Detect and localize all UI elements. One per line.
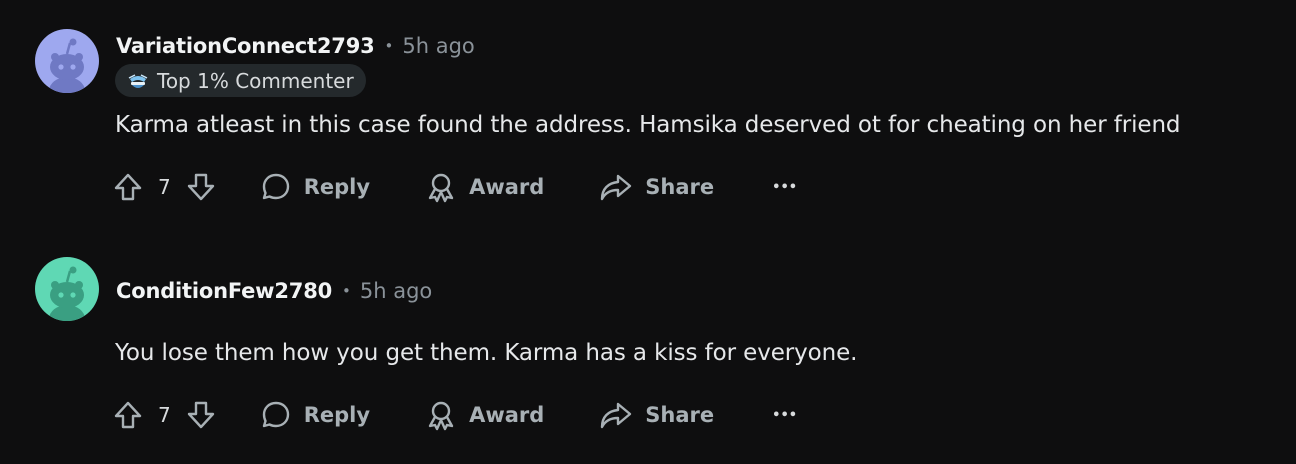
- award-button[interactable]: Award: [425, 171, 544, 203]
- separator-dot: •: [384, 37, 394, 55]
- timestamp[interactable]: 5h ago: [360, 279, 432, 303]
- snoo-avatar-icon: [35, 29, 99, 93]
- username[interactable]: ConditionFew2780: [116, 279, 332, 303]
- downvote-icon: [187, 401, 214, 429]
- share-icon: [601, 174, 632, 201]
- comment-meta: VariationConnect2793 • 5h ago: [116, 31, 475, 61]
- snoo-avatar-icon: [35, 257, 99, 321]
- reply-label: Reply: [303, 175, 371, 199]
- share-label: Share: [645, 175, 715, 199]
- comment-bubble-icon: [262, 401, 289, 428]
- reply-label: Reply: [303, 403, 371, 427]
- upvote-button[interactable]: [112, 399, 144, 431]
- award-button[interactable]: Award: [425, 399, 544, 431]
- more-options-button[interactable]: •••: [772, 408, 797, 423]
- separator-dot: •: [342, 282, 351, 300]
- timestamp[interactable]: 5h ago: [402, 34, 474, 58]
- award-icon: [428, 173, 454, 203]
- comment-text: Karma atleast in this case found the add…: [115, 112, 1181, 138]
- more-options-icon: •••: [772, 407, 798, 423]
- share-icon: [601, 402, 632, 429]
- more-options-icon: •••: [772, 179, 798, 195]
- upvote-icon: [114, 401, 142, 429]
- award-label: Award: [469, 403, 545, 427]
- award-icon: [428, 401, 454, 431]
- reply-button[interactable]: Reply: [260, 171, 370, 203]
- commenter-badge-icon: [128, 73, 148, 88]
- vote-count: 7: [158, 175, 171, 199]
- comment-meta: ConditionFew2780 • 5h ago: [116, 276, 432, 306]
- vote-count: 7: [158, 403, 171, 427]
- reply-button[interactable]: Reply: [260, 399, 370, 431]
- share-button[interactable]: Share: [599, 171, 714, 203]
- share-button[interactable]: Share: [599, 399, 714, 431]
- award-label: Award: [469, 175, 545, 199]
- avatar[interactable]: [35, 257, 99, 321]
- avatar[interactable]: [35, 29, 99, 93]
- comment-actions: 7 Reply Award Share •••: [112, 167, 797, 207]
- commenter-badge[interactable]: Top 1% Commenter: [115, 64, 366, 97]
- downvote-button[interactable]: [185, 171, 217, 203]
- upvote-icon: [114, 173, 142, 201]
- upvote-button[interactable]: [112, 171, 144, 203]
- comment-bubble-icon: [262, 173, 289, 200]
- downvote-icon: [187, 173, 214, 201]
- downvote-button[interactable]: [185, 399, 217, 431]
- comment-actions: 7 Reply Award Share •••: [112, 395, 797, 435]
- badge-label: Top 1% Commenter: [157, 68, 354, 93]
- comment-text: You lose them how you get them. Karma ha…: [115, 340, 858, 366]
- share-label: Share: [645, 403, 715, 427]
- more-options-button[interactable]: •••: [772, 180, 797, 195]
- username[interactable]: VariationConnect2793: [116, 34, 375, 58]
